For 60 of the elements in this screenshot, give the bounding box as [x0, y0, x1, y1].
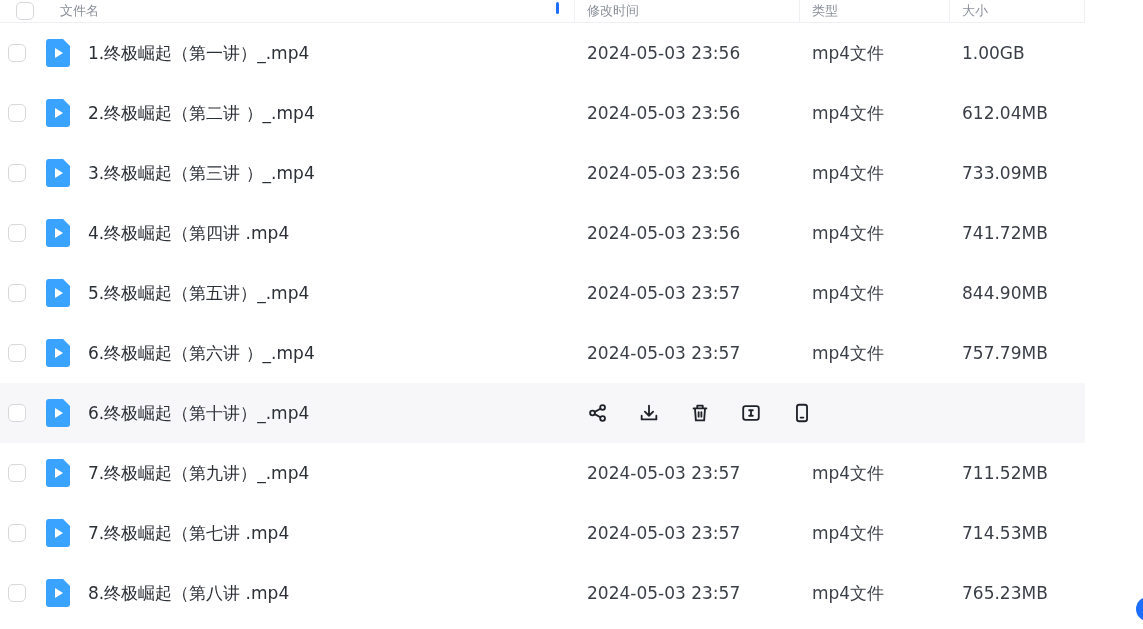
video-file-icon: [46, 519, 70, 547]
file-type: mp4文件: [811, 281, 886, 305]
file-name[interactable]: 5.终极崛起（第五讲）_.mp4: [88, 281, 310, 305]
modified-time: 2024-05-03 23:56: [586, 103, 742, 123]
row-checkbox[interactable]: [8, 584, 26, 602]
file-size: 844.90MB: [961, 283, 1049, 303]
row-checkbox[interactable]: [8, 164, 26, 182]
file-type: mp4文件: [811, 101, 886, 125]
video-file-icon: [46, 399, 70, 427]
modified-time: 2024-05-03 23:57: [586, 583, 742, 603]
modified-time: 2024-05-03 23:57: [586, 523, 742, 543]
modified-time: 2024-05-03 23:56: [586, 223, 742, 243]
file-type: mp4文件: [811, 461, 886, 485]
video-file-icon: [46, 459, 70, 487]
file-type: mp4文件: [811, 41, 886, 65]
file-size: 612.04MB: [961, 103, 1049, 123]
row-checkbox[interactable]: [8, 344, 26, 362]
file-name[interactable]: 2.终极崛起（第二讲 ）_.mp4: [88, 101, 315, 125]
row-checkbox[interactable]: [8, 44, 26, 62]
video-file-icon: [46, 99, 70, 127]
file-name[interactable]: 6.终极崛起（第六讲 ）_.mp4: [88, 341, 315, 365]
rename-icon[interactable]: [740, 402, 762, 424]
video-file-icon: [46, 159, 70, 187]
file-size: 733.09MB: [961, 163, 1049, 183]
video-file-icon: [46, 579, 70, 607]
row-checkbox[interactable]: [8, 104, 26, 122]
file-size: 1.00GB: [961, 43, 1026, 63]
video-file-icon: [46, 39, 70, 67]
file-size: 757.79MB: [961, 343, 1049, 363]
file-size: 765.23MB: [961, 583, 1049, 603]
file-type: mp4文件: [811, 521, 886, 545]
file-type: mp4文件: [811, 161, 886, 185]
row-checkbox[interactable]: [8, 524, 26, 542]
file-size: 714.53MB: [961, 523, 1049, 543]
file-name[interactable]: 3.终极崛起（第三讲 ）_.mp4: [88, 161, 315, 185]
file-type: mp4文件: [811, 581, 886, 605]
file-size: 711.52MB: [961, 463, 1049, 483]
file-size: 741.72MB: [961, 223, 1049, 243]
file-name[interactable]: 7.终极崛起（第七讲 .mp4: [88, 521, 290, 545]
file-name[interactable]: 7.终极崛起（第九讲）_.mp4: [88, 461, 310, 485]
modified-time: 2024-05-03 23:56: [586, 163, 742, 183]
modified-time: 2024-05-03 23:57: [586, 283, 742, 303]
modified-time: 2024-05-03 23:57: [586, 463, 742, 483]
select-all-checkbox[interactable]: [16, 2, 34, 20]
video-file-icon: [46, 339, 70, 367]
file-name[interactable]: 4.终极崛起（第四讲 .mp4: [88, 221, 290, 245]
row-checkbox[interactable]: [8, 404, 26, 422]
modified-time: 2024-05-03 23:56: [586, 43, 742, 63]
file-name[interactable]: 1.终极崛起（第一讲）_.mp4: [88, 41, 310, 65]
row-checkbox[interactable]: [8, 284, 26, 302]
file-type: mp4文件: [811, 221, 886, 245]
video-file-icon: [46, 219, 70, 247]
modified-time: 2024-05-03 23:57: [586, 343, 742, 363]
file-type: mp4文件: [811, 341, 886, 365]
file-name[interactable]: 6.终极崛起（第十讲）_.mp4: [88, 401, 310, 425]
row-checkbox[interactable]: [8, 224, 26, 242]
file-name[interactable]: 8.终极崛起（第八讲 .mp4: [88, 581, 290, 605]
row-checkbox[interactable]: [8, 464, 26, 482]
share-icon[interactable]: [587, 402, 609, 424]
video-file-icon: [46, 279, 70, 307]
